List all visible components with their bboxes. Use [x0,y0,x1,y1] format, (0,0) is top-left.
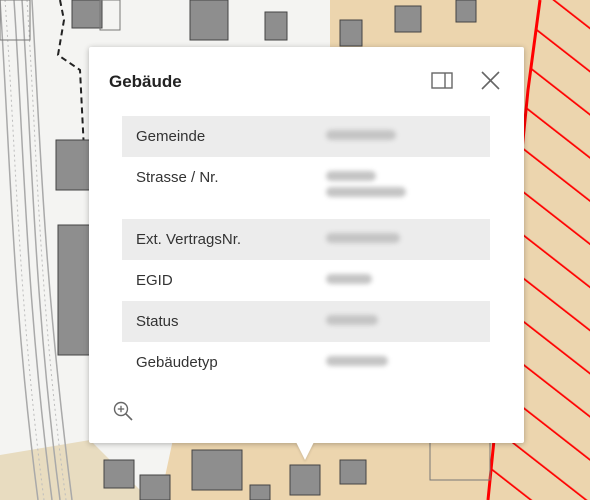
attribute-value-redacted [306,301,490,342]
close-icon [481,71,500,90]
dock-panel-icon [431,72,453,89]
attribute-row: Gemeinde [122,116,490,157]
popup-title: Gebäude [109,72,182,91]
attribute-value-redacted [306,342,490,383]
zoom-to-feature-button[interactable] [112,400,136,424]
attribute-value-redacted [306,116,490,157]
attribute-row: Ext. VertragsNr. [122,219,490,260]
attribute-key: Ext. VertragsNr. [136,231,242,248]
zoom-in-icon [113,401,133,421]
dock-panel-button[interactable] [430,69,456,93]
attribute-table: Gemeinde Strasse / Nr. Ext. VertragsNr. … [122,116,490,383]
attribute-key: Gebäudetyp [136,354,218,371]
close-button[interactable] [478,68,504,94]
attribute-value-redacted [306,157,490,219]
attribute-row: Strasse / Nr. [122,157,490,219]
popup-pointer [296,442,314,460]
attribute-row: Status [122,301,490,342]
feature-info-popup: Gebäude Gemeinde Strasse / Nr. Ext. Vert… [89,47,524,460]
attribute-key: EGID [136,272,173,289]
attribute-key: Gemeinde [136,128,206,145]
attribute-value-redacted [306,260,490,301]
attribute-row: Gebäudetyp [122,342,490,383]
attribute-key: Strasse / Nr. [136,169,219,186]
attribute-key: Status [136,313,179,330]
attribute-value-redacted [306,219,490,260]
attribute-row: EGID [122,260,490,301]
